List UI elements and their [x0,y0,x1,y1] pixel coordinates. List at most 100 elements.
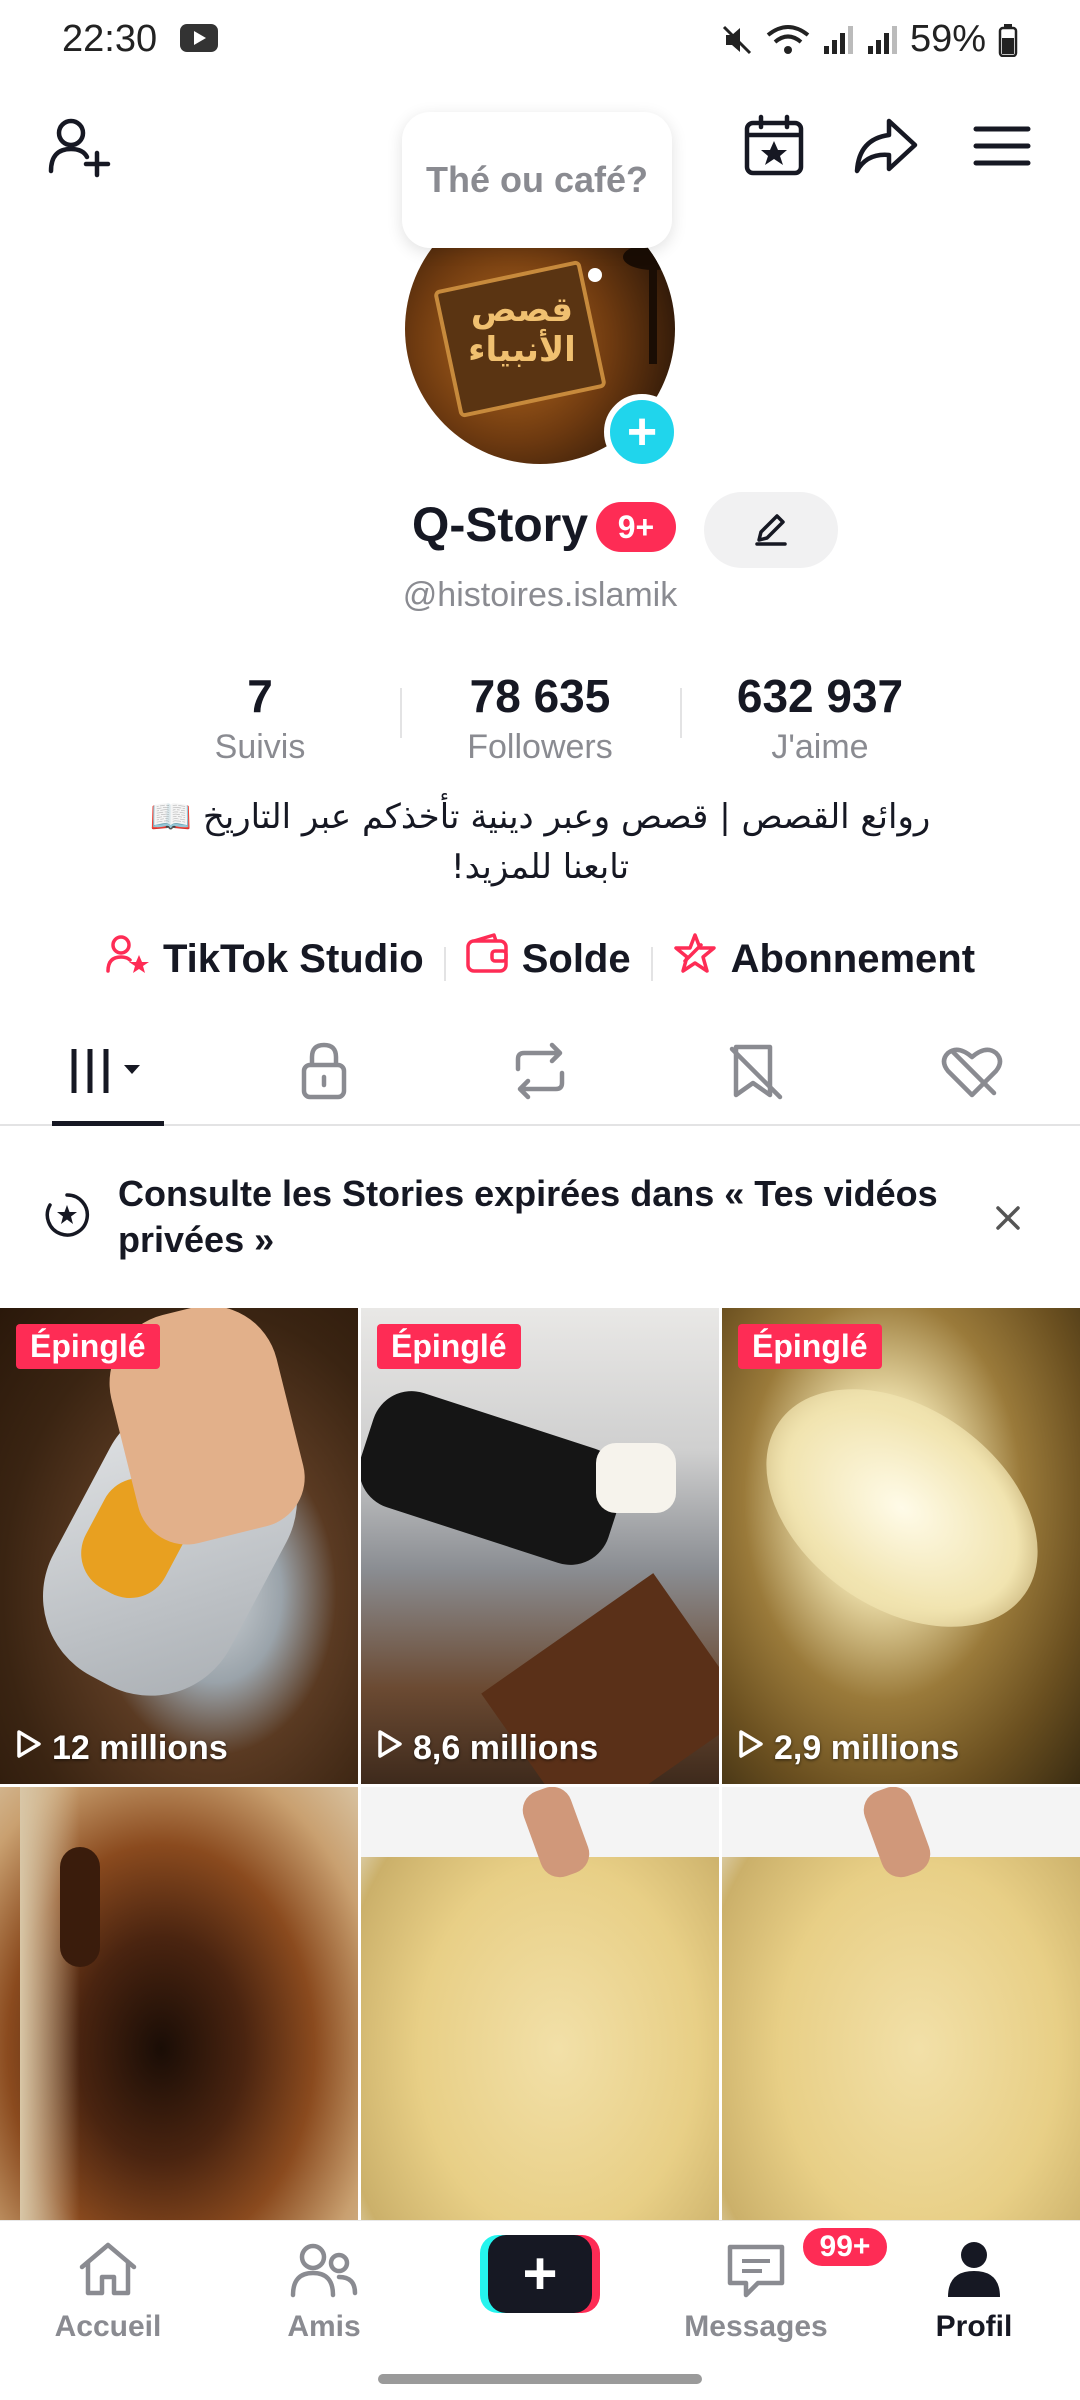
note-bubble-text: Thé ou café? [425,159,649,200]
youtube-icon [180,24,218,52]
home-icon [76,2239,140,2304]
play-icon [16,1729,42,1768]
view-count-text: 2,9 millions [774,1729,960,1767]
avatar-palm-graphic [623,244,675,364]
play-icon [738,1729,764,1768]
share-icon[interactable] [846,106,926,186]
favorites-icon [726,1041,786,1106]
tab-reposts[interactable] [432,1022,648,1124]
profile-name: Q-Story [412,499,589,552]
stat-followers[interactable]: 78 635 Followers [400,668,680,778]
plus-icon: + [488,2235,592,2313]
nav-home[interactable]: Accueil [28,2239,188,2344]
nav-messages[interactable]: 99+ Messages [676,2225,890,2344]
tab-liked[interactable] [864,1022,1080,1124]
avatar-logo-text: قصص الأنبياء [468,290,576,370]
stat-label: Suivis [214,728,306,766]
nav-profile[interactable]: Profil [894,2239,1054,2344]
action-label: Abonnement [730,936,976,981]
nav-label: Messages [684,2310,828,2343]
status-time: 22:30 [62,18,158,60]
video-thumbnail[interactable]: Épinglé 12 millions [0,1308,358,1784]
pinned-badge: Épinglé [377,1324,521,1369]
messages-badge: 99+ [800,2225,890,2269]
stat-label: J'aime [771,728,869,766]
signal-icon [866,24,898,56]
video-thumbnail[interactable] [722,1787,1080,2224]
menu-icon[interactable] [962,106,1042,186]
add-user-icon[interactable] [40,106,120,186]
lock-icon [296,1041,352,1106]
wallet-icon [464,931,510,987]
view-count-text: 12 millions [52,1729,228,1767]
nav-friends[interactable]: Amis [244,2239,404,2344]
bottom-nav: Accueil Amis + 99+ Messages Profil [0,2220,1080,2400]
tiktok-studio-link[interactable]: TikTok Studio [85,931,444,987]
stories-icon [44,1192,90,1243]
stat-following[interactable]: 7 Suivis [120,668,400,778]
home-indicator[interactable] [378,2374,702,2384]
tab-private[interactable] [216,1022,432,1124]
profile-handle: @histoires.islamik [402,576,678,614]
repost-icon [508,1041,572,1106]
bio-line: روائع القصص | قصص وعبر دينية تأخذكم عبر … [149,797,931,837]
create-button[interactable]: + [480,2235,600,2313]
mute-icon [720,23,754,57]
notification-badge[interactable]: 9+ [596,502,676,552]
profile-actions: TikTok Studio Solde Abonnement [0,924,1080,994]
balance-link[interactable]: Solde [443,931,651,987]
name-row: Q-Story 9+ [0,492,1080,572]
battery-percent: 59% [909,18,986,60]
profile-stats: 7 Suivis 78 635 Followers 632 937 J'aime [120,668,960,778]
pinned-badge: Épinglé [738,1324,882,1369]
profile-bio: روائع القصص | قصص وعبر دينية تأخذكم عبر … [0,792,1080,892]
pinned-badge: Épinglé [16,1324,160,1369]
nav-label: Accueil [54,2310,162,2343]
messages-icon: 99+ [724,2225,890,2304]
action-label: Solde [521,936,631,981]
view-count: 2,9 millions [738,1729,959,1768]
bubble-tail [588,268,602,282]
calendar-star-icon[interactable] [734,106,814,186]
signal-icon [822,24,854,56]
battery-icon [998,23,1018,57]
stat-value: 78 635 [469,670,611,722]
note-bubble[interactable]: Thé ou café? [402,112,672,248]
profile-tabs [0,1022,1080,1126]
videos-grid-icon [66,1043,150,1104]
view-count-text: 8,6 millions [413,1729,599,1767]
add-story-button[interactable]: + [604,394,680,470]
pencil-icon [751,508,791,553]
liked-icon [940,1041,1004,1106]
view-count: 12 millions [16,1729,228,1768]
video-grid: Épinglé 12 millions Épinglé 8,6 millions… [0,1308,1080,2224]
subscription-link[interactable]: Abonnement [650,931,995,987]
friends-icon [289,2239,359,2304]
nav-label: Amis [287,2310,361,2343]
profile-icon [944,2239,1004,2304]
view-count: 8,6 millions [377,1729,598,1768]
user-star-icon [105,931,151,987]
status-bar: 22:30 59% [0,0,1080,80]
wifi-icon [766,23,810,57]
subscription-icon [671,931,719,987]
video-thumbnail[interactable] [361,1787,719,2224]
stat-likes[interactable]: 632 937 J'aime [680,668,960,778]
stat-label: Followers [467,728,613,766]
nav-label: Profil [935,2310,1013,2343]
video-thumbnail[interactable]: Épinglé 2,9 millions [722,1308,1080,1784]
video-thumbnail[interactable]: Épinglé 8,6 millions [361,1308,719,1784]
stat-value: 7 [247,670,273,722]
tab-videos[interactable] [0,1022,216,1126]
play-icon [377,1729,403,1768]
banner-text: Consulte les Stories expirées dans « Tes… [118,1173,938,1260]
edit-profile-button[interactable] [704,492,838,568]
bio-line: تابعنا للمزيد! [450,847,630,887]
stories-banner[interactable]: Consulte les Stories expirées dans « Tes… [0,1128,1080,1306]
video-thumbnail[interactable] [0,1787,358,2224]
status-icons: 59% [720,18,1018,61]
action-label: TikTok Studio [162,936,424,981]
close-icon[interactable] [988,1198,1028,1238]
tab-favorites[interactable] [648,1022,864,1124]
stat-value: 632 937 [736,670,904,722]
